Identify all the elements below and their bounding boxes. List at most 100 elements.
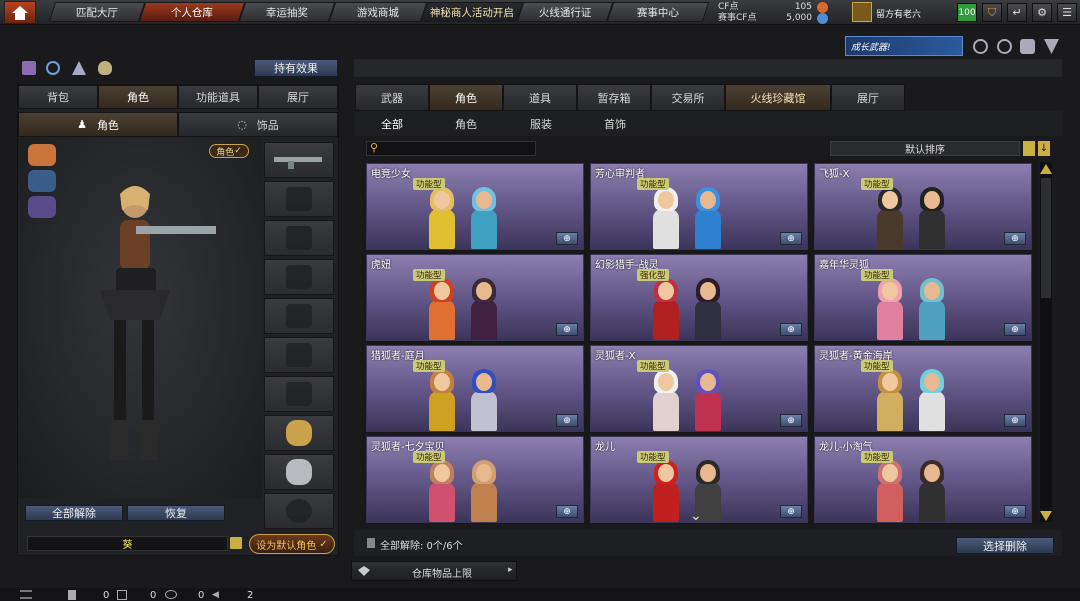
- slot-backpack[interactable]: [264, 298, 334, 334]
- sort-list-icon[interactable]: [1023, 141, 1035, 156]
- settings-button[interactable]: ⚙: [1032, 3, 1052, 22]
- tab-label: 赛事中心: [637, 6, 679, 19]
- growth-weapon-banner[interactable]: 成长武器!: [845, 36, 963, 56]
- tab-items[interactable]: 道具: [503, 84, 577, 111]
- sort-direction-icon[interactable]: ↓: [1038, 141, 1050, 156]
- slot-glasses[interactable]: [264, 220, 334, 256]
- subtab-all[interactable]: 全部: [381, 116, 403, 132]
- subtab-outfits[interactable]: 服装: [530, 116, 552, 132]
- badge-icon-1[interactable]: [973, 39, 988, 54]
- refresh-icon[interactable]: [46, 61, 60, 75]
- shield-button[interactable]: ⛉: [982, 3, 1002, 22]
- back-button[interactable]: ↵: [1007, 3, 1027, 22]
- badge-icon-3[interactable]: [1020, 39, 1035, 54]
- tab-personal-warehouse[interactable]: 个人仓库: [138, 2, 246, 22]
- game-cf-value: 5,000: [786, 13, 812, 23]
- tab-event-center[interactable]: 赛事中心: [606, 2, 710, 22]
- spray-icon[interactable]: [72, 61, 86, 75]
- tab-backpack[interactable]: 背包: [18, 85, 98, 109]
- badge-icon-2[interactable]: [997, 39, 1012, 54]
- equip-button[interactable]: ⊕: [556, 232, 578, 245]
- character-card[interactable]: 灵狐者-七夕宝贝 功能型 ⊕: [366, 436, 584, 523]
- slot-silver-wolf[interactable]: [264, 454, 334, 490]
- tab-game-store[interactable]: 游戏商城: [328, 2, 428, 22]
- slot-weapon[interactable]: [264, 142, 334, 178]
- equip-button[interactable]: ⊕: [780, 414, 802, 427]
- tab-exchange[interactable]: 交易所: [651, 84, 725, 111]
- list-icon[interactable]: [230, 537, 242, 549]
- character-card[interactable]: 幻影猎手-战灵 强化型 ⊕: [590, 254, 808, 341]
- scrollbar-thumb[interactable]: [1041, 178, 1051, 298]
- equip-button[interactable]: ⊕: [556, 414, 578, 427]
- chat-list-icon[interactable]: [20, 590, 32, 599]
- character-card[interactable]: 电竞少女 功能型 ⊕: [366, 163, 584, 250]
- tab-storage[interactable]: 暂存箱: [577, 84, 651, 111]
- character-card[interactable]: 芳心审判者 功能型 ⊕: [590, 163, 808, 250]
- character-card[interactable]: 猎狐者-庭月 功能型 ⊕: [366, 345, 584, 432]
- tab-mystery-merchant[interactable]: 神秘商人活动开启: [420, 2, 524, 22]
- character-card[interactable]: 灵狐者-黄金海岸 功能型 ⊕: [814, 345, 1032, 432]
- unequip-all-button[interactable]: 全部解除: [25, 505, 123, 521]
- restore-button[interactable]: 恢复: [127, 505, 225, 521]
- holding-effects-button[interactable]: 持有效果: [254, 59, 338, 77]
- tab-gallery[interactable]: 展厅: [258, 85, 338, 109]
- tab-gallery-right[interactable]: 展厅: [831, 84, 905, 111]
- rank-badge-icon: [852, 2, 872, 22]
- subtab-roles[interactable]: 角色: [455, 116, 477, 132]
- pet-icon[interactable]: [98, 61, 112, 75]
- wolf-icon[interactable]: [28, 144, 56, 166]
- equip-button[interactable]: ⊕: [780, 323, 802, 336]
- slot-hat[interactable]: [264, 181, 334, 217]
- sort-dropdown[interactable]: 默认排序: [830, 141, 1020, 156]
- slot-armor[interactable]: [264, 337, 334, 373]
- equip-button[interactable]: ⊕: [780, 232, 802, 245]
- tab-weapons[interactable]: 武器: [355, 84, 429, 111]
- subtab-jewelry[interactable]: 首饰: [604, 116, 626, 132]
- home-button[interactable]: [4, 1, 36, 24]
- character-card[interactable]: 龙儿-小淘气 功能型 ⊕: [814, 436, 1032, 523]
- eagle-icon[interactable]: [28, 170, 56, 192]
- hat-icon: [286, 187, 312, 211]
- equip-button[interactable]: ⊕: [556, 323, 578, 336]
- equip-icon: ⊕: [563, 324, 571, 335]
- subtab-character[interactable]: ♟ 角色: [18, 112, 178, 137]
- select-delete-button[interactable]: 选择删除: [956, 537, 1054, 554]
- character-card[interactable]: 飞狐-X 功能型 ⊕: [814, 163, 1032, 250]
- equip-button[interactable]: ⊕: [556, 505, 578, 518]
- badge-icon-4[interactable]: [1044, 39, 1059, 54]
- character-portrait: [691, 187, 725, 249]
- character-card[interactable]: 嘉年华灵狐 功能型 ⊕: [814, 254, 1032, 341]
- equip-button[interactable]: ⊕: [1004, 323, 1026, 336]
- type-badge: 功能型: [413, 360, 445, 372]
- equip-button[interactable]: ⊕: [1004, 414, 1026, 427]
- tab-characters[interactable]: 角色: [429, 84, 503, 111]
- set-default-character-button[interactable]: 设为默认角色 ✓: [249, 534, 335, 554]
- tab-functional-items[interactable]: 功能道具: [178, 85, 258, 109]
- tab-character[interactable]: 角色: [98, 85, 178, 109]
- game-cf-label: 赛事CF点: [718, 13, 757, 23]
- tab-match-lobby[interactable]: 匹配大厅: [48, 2, 146, 22]
- menu-button[interactable]: ☰: [1057, 3, 1077, 22]
- character-name-field[interactable]: 葵: [27, 536, 228, 551]
- character-card[interactable]: 灵狐者-X 功能型 ⊕: [590, 345, 808, 432]
- chevron-down-icon[interactable]: ⌄: [690, 508, 702, 524]
- tab-collection[interactable]: 火线珍藏馆: [725, 84, 831, 111]
- gift-icon[interactable]: [22, 61, 36, 75]
- wing-icon[interactable]: [28, 196, 56, 218]
- card-icon: [286, 382, 312, 406]
- slot-card[interactable]: [264, 376, 334, 412]
- subtab-accessories[interactable]: ◌ 饰品: [178, 112, 338, 137]
- character-portrait: [691, 369, 725, 431]
- tab-label: 幸运抽奖: [266, 6, 308, 19]
- slot-vest[interactable]: [264, 259, 334, 295]
- tab-battle-pass[interactable]: 火线通行证: [516, 2, 614, 22]
- slot-ring[interactable]: [264, 493, 334, 529]
- equip-button[interactable]: ⊕: [1004, 232, 1026, 245]
- equip-button[interactable]: ⊕: [1004, 505, 1026, 518]
- slot-gold-wolf[interactable]: [264, 415, 334, 451]
- character-card[interactable]: 虎妞 功能型 ⊕: [366, 254, 584, 341]
- chevron-right-icon[interactable]: ▸: [508, 565, 513, 575]
- equip-button[interactable]: ⊕: [780, 505, 802, 518]
- search-input[interactable]: [366, 141, 536, 156]
- tab-lucky-draw[interactable]: 幸运抽奖: [238, 2, 336, 22]
